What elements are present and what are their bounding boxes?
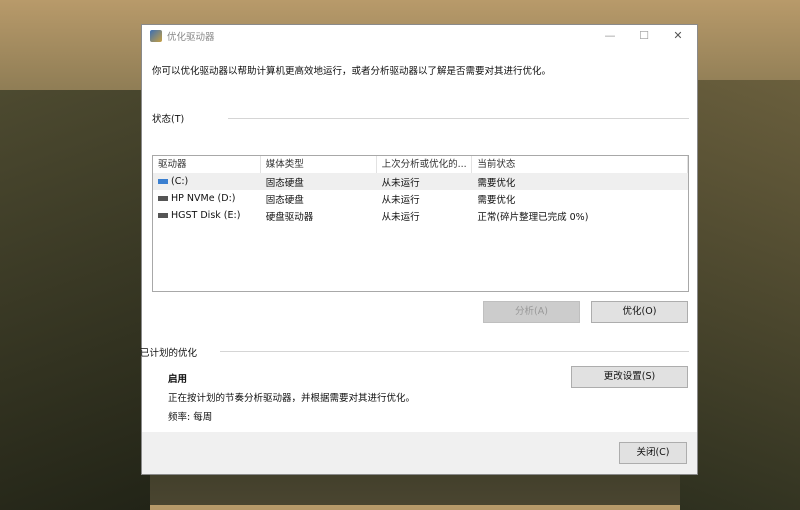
current-status: 需要优化 — [477, 194, 516, 206]
wallpaper-hill — [680, 80, 800, 510]
media-type: 固态硬盘 — [265, 177, 304, 189]
drive-row[interactable]: (C:) 固态硬盘 从未运行 需要优化 — [153, 173, 688, 190]
close-window-button[interactable]: ✕ — [661, 25, 695, 47]
column-drive[interactable]: 驱动器 — [153, 156, 261, 173]
drive-icon — [158, 196, 168, 201]
divider — [228, 118, 689, 119]
schedule-state: 启用 — [168, 374, 188, 385]
divider — [220, 351, 689, 352]
drive-name: (C:) — [171, 176, 189, 187]
drive-name: HP NVMe (D:) — [171, 193, 236, 204]
close-button[interactable]: 关闭(C) — [619, 442, 687, 464]
change-settings-button[interactable]: 更改设置(S) — [571, 366, 688, 388]
optimize-button[interactable]: 优化(O) — [591, 301, 688, 323]
schedule-description: 正在按计划的节奏分析驱动器，并根据需要对其进行优化。 — [168, 393, 416, 404]
last-run: 从未运行 — [381, 177, 420, 189]
last-run: 从未运行 — [381, 194, 420, 206]
schedule-frequency: 频率: 每周 — [168, 412, 213, 423]
column-media[interactable]: 媒体类型 — [261, 156, 377, 173]
drive-row[interactable]: HP NVMe (D:) 固态硬盘 从未运行 需要优化 — [153, 190, 688, 207]
title-bar[interactable]: 优化驱动器 — ☐ ✕ — [142, 25, 697, 47]
system-drive-icon — [158, 179, 168, 184]
current-status: 需要优化 — [477, 177, 516, 189]
drives-list[interactable]: 驱动器 媒体类型 上次分析或优化的... 当前状态 (C:) 固态硬盘 从未运行… — [152, 155, 689, 292]
last-run: 从未运行 — [381, 211, 420, 223]
column-status[interactable]: 当前状态 — [472, 156, 688, 173]
media-type: 硬盘驱动器 — [265, 211, 314, 223]
current-status: 正常(碎片整理已完成 0%) — [477, 211, 589, 223]
drive-row[interactable]: HGST Disk (E:) 硬盘驱动器 从未运行 正常(碎片整理已完成 0%) — [153, 207, 688, 224]
app-icon — [150, 30, 162, 42]
column-last-run[interactable]: 上次分析或优化的... — [377, 156, 473, 173]
drive-icon — [158, 213, 168, 218]
window-title: 优化驱动器 — [167, 32, 215, 43]
description: 你可以优化驱动器以帮助计算机更高效地运行，或者分析驱动器以了解是否需要对其进行优… — [152, 66, 552, 77]
wallpaper-hill — [0, 90, 150, 510]
analyze-button[interactable]: 分析(A) — [483, 301, 580, 323]
optimize-drives-window: 优化驱动器 — ☐ ✕ 你可以优化驱动器以帮助计算机更高效地运行，或者分析驱动器… — [140, 24, 698, 475]
footer: 关闭(C) — [142, 432, 697, 474]
media-type: 固态硬盘 — [265, 194, 304, 206]
drive-name: HGST Disk (E:) — [171, 210, 241, 221]
list-header: 驱动器 媒体类型 上次分析或优化的... 当前状态 — [153, 156, 688, 173]
minimize-button[interactable]: — — [593, 25, 627, 47]
scheduled-label: 已计划的优化 — [140, 348, 198, 359]
maximize-button[interactable]: ☐ — [627, 25, 661, 47]
status-label: 状态(T) — [152, 114, 185, 125]
